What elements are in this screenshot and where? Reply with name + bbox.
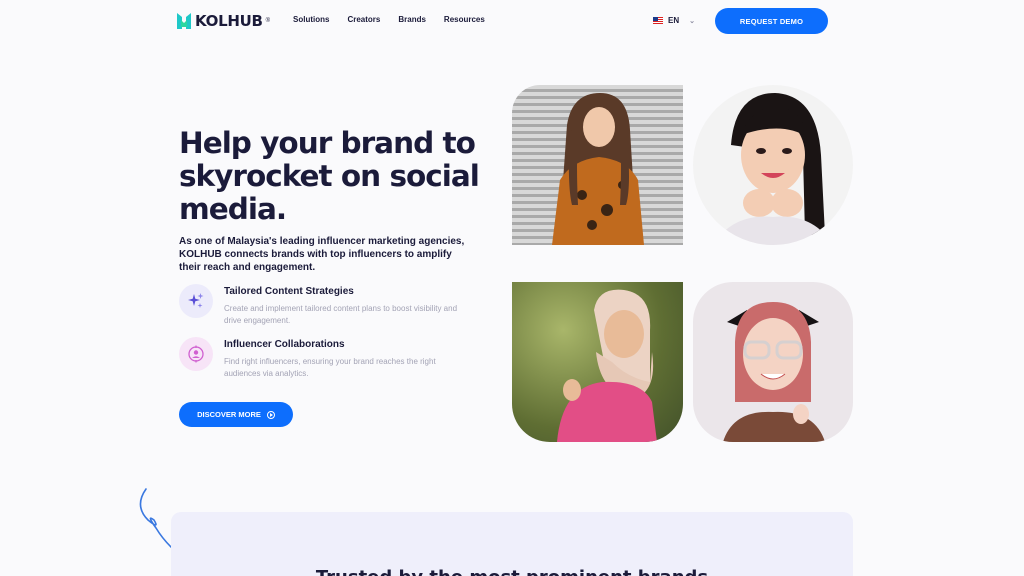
discover-more-label: DISCOVER MORE [197,410,261,419]
trusted-brands-section: Trusted by the most prominent brands [171,512,853,576]
feature-title: Influencer Collaborations [224,339,345,350]
nav-link-creators[interactable]: Creators [347,15,380,24]
request-demo-button[interactable]: REQUEST DEMO [715,8,828,34]
trusted-title: Trusted by the most prominent brands [171,567,853,576]
feature-influencer-collaborations: Influencer Collaborations Find right inf… [179,337,469,380]
feature-tailored-content: Tailored Content Strategies Create and i… [179,284,469,327]
language-selector[interactable]: EN ⌄ [653,16,695,25]
logo-text: KOLHUB [195,12,263,30]
us-flag-icon [653,17,663,24]
chevron-down-icon: ⌄ [689,17,695,25]
influencer-photo-4 [693,282,853,442]
sparkles-icon [179,284,213,318]
hero-description: As one of Malaysia's leading influencer … [179,236,465,273]
play-circle-icon [266,410,275,419]
nav-link-resources[interactable]: Resources [444,15,485,24]
kolhub-logo-icon [177,13,191,29]
language-label: EN [668,16,680,25]
influencer-photo-1 [512,85,683,245]
kolhub-logo[interactable]: KOLHUB ® [176,11,270,31]
influencer-photo-2 [693,85,853,245]
discover-more-button[interactable]: DISCOVER MORE [179,402,293,427]
hero-title: Help your brand to skyrocket on social m… [179,126,480,226]
feature-text: Tailored Content Strategies Create and i… [224,284,469,327]
influencer-photo-3 [512,282,683,442]
feature-text: Influencer Collaborations Find right inf… [224,337,469,380]
logo-registered-mark: ® [265,18,271,24]
nav-link-solutions[interactable]: Solutions [293,15,329,24]
feature-description: Find right influencers, ensuring your br… [224,357,436,378]
feature-description: Create and implement tailored content pl… [224,304,458,325]
nav-links: Solutions Creators Brands Resources [293,15,485,24]
nav-link-brands[interactable]: Brands [398,15,426,24]
feature-title: Tailored Content Strategies [224,286,354,297]
top-navbar: KOLHUB ® Solutions Creators Brands Resou… [0,0,1024,42]
influencer-target-icon [179,337,213,371]
